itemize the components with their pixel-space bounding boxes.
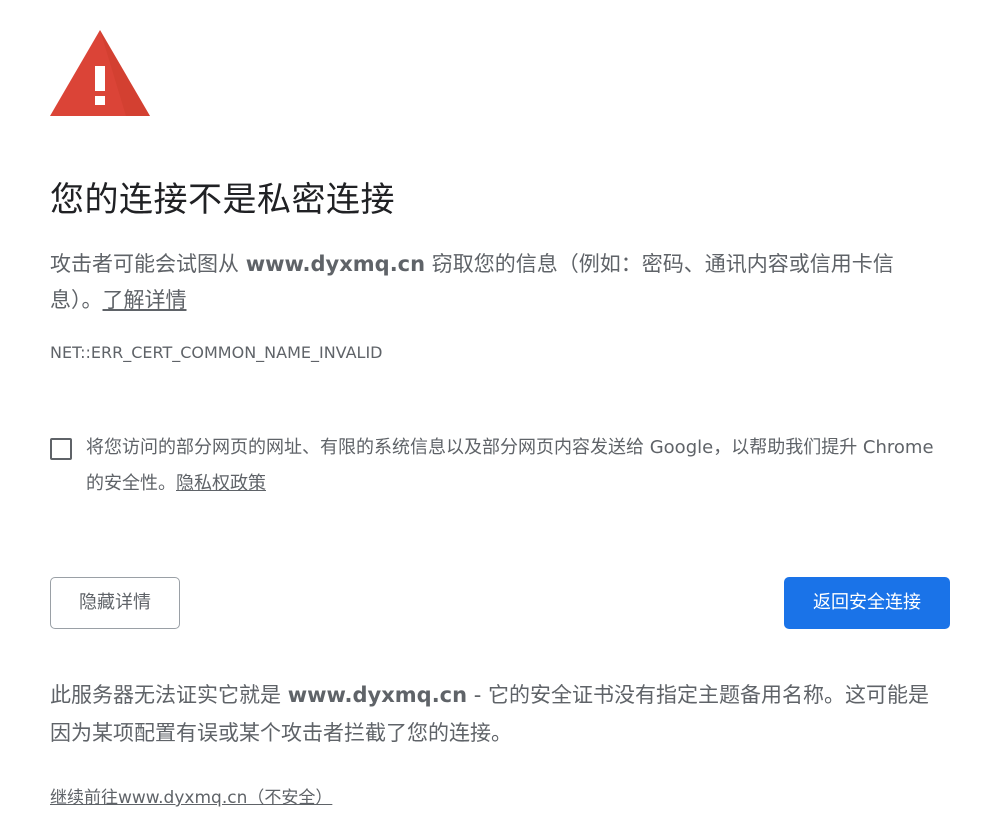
proceed-container: 继续前往www.dyxmq.cn（不安全） — [50, 785, 332, 811]
intro-text: 攻击者可能会试图从 www.dyxmq.cn 窃取您的信息（例如：密码、通讯内容… — [50, 246, 940, 318]
warning-triangle-icon — [50, 30, 150, 116]
hide-details-button[interactable]: 隐藏详情 — [50, 577, 180, 629]
explanation-domain: www.dyxmq.cn — [287, 683, 468, 707]
page-title: 您的连接不是私密连接 — [50, 180, 395, 220]
privacy-policy-link[interactable]: 隐私权政策 — [176, 473, 266, 494]
optin-label: 将您访问的部分网页的网址、有限的系统信息以及部分网页内容发送给 Google，以… — [86, 430, 936, 502]
intro-text-before: 攻击者可能会试图从 — [50, 252, 246, 276]
error-code: NET::ERR_CERT_COMMON_NAME_INVALID — [50, 343, 383, 362]
back-to-safety-button[interactable]: 返回安全连接 — [784, 577, 950, 629]
intro-domain: www.dyxmq.cn — [245, 252, 426, 276]
details-explanation: 此服务器无法证实它就是 www.dyxmq.cn - 它的安全证书没有指定主题备… — [50, 676, 950, 752]
extended-reporting-checkbox[interactable] — [50, 438, 72, 460]
proceed-unsafe-link[interactable]: 继续前往www.dyxmq.cn（不安全） — [50, 788, 332, 808]
learn-more-link[interactable]: 了解详情 — [103, 288, 187, 312]
explanation-text-before: 此服务器无法证实它就是 — [50, 683, 288, 707]
